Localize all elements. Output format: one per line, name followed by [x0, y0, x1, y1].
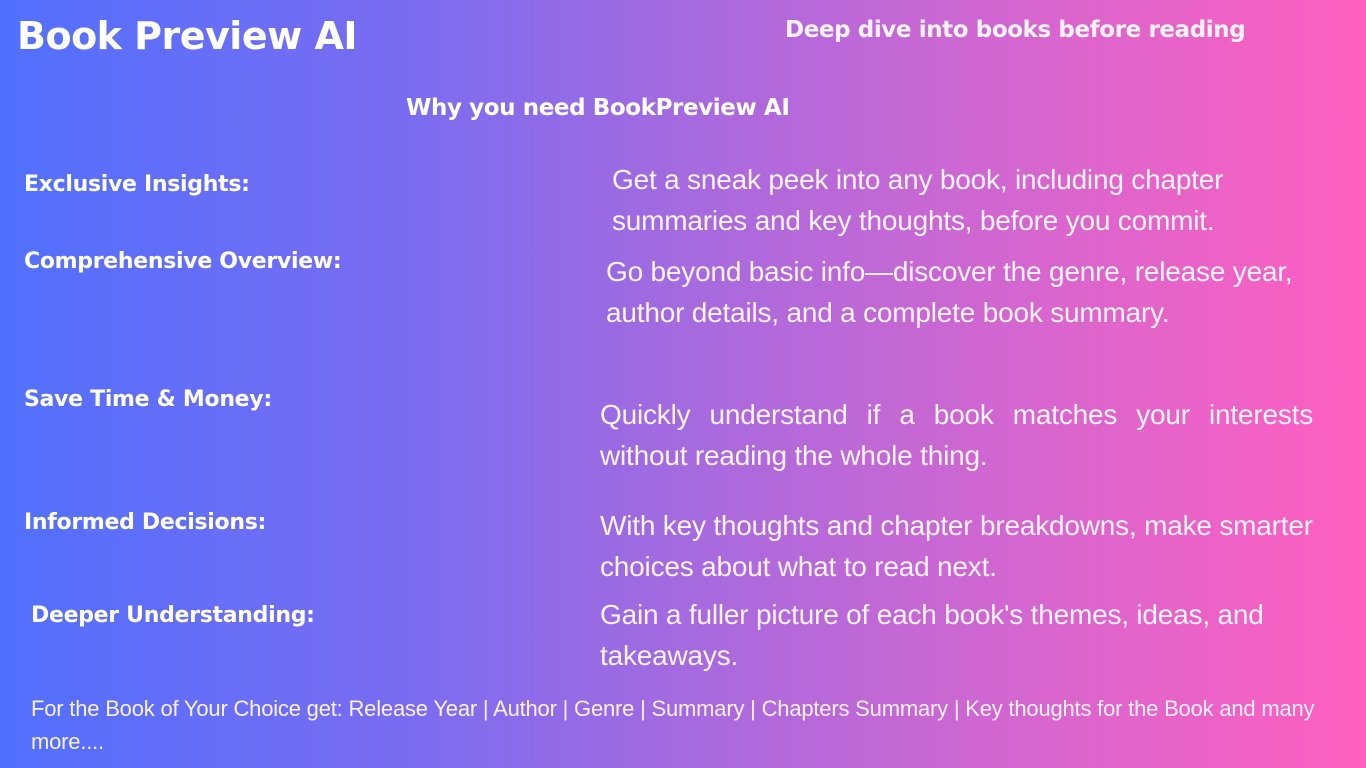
footer-note: For the Book of Your Choice get: Release… — [31, 696, 1315, 754]
brand-title: Book Preview AI — [17, 14, 358, 58]
feature-description-save-time-money: Quickly understand if a book matches you… — [600, 399, 1313, 471]
feature-label-exclusive-insights: Exclusive Insights: — [24, 172, 250, 197]
feature-label-informed-decisions: Informed Decisions: — [24, 510, 267, 535]
tagline: Deep dive into books before reading — [785, 17, 1246, 43]
feature-description-comprehensive-overview: Go beyond basic info—discover the genre,… — [606, 256, 1293, 328]
feature-label-deeper-understanding: Deeper Understanding: — [31, 603, 315, 628]
section-heading: Why you need BookPreview AI — [406, 95, 790, 121]
feature-label-save-time-money: Save Time & Money: — [24, 387, 272, 412]
feature-label-comprehensive-overview: Comprehensive Overview: — [24, 249, 342, 274]
feature-description-informed-decisions: With key thoughts and chapter breakdowns… — [600, 510, 1313, 582]
feature-description-exclusive-insights: Get a sneak peek into any book, includin… — [612, 164, 1224, 236]
feature-description-deeper-understanding: Gain a fuller picture of each book's the… — [600, 599, 1264, 671]
